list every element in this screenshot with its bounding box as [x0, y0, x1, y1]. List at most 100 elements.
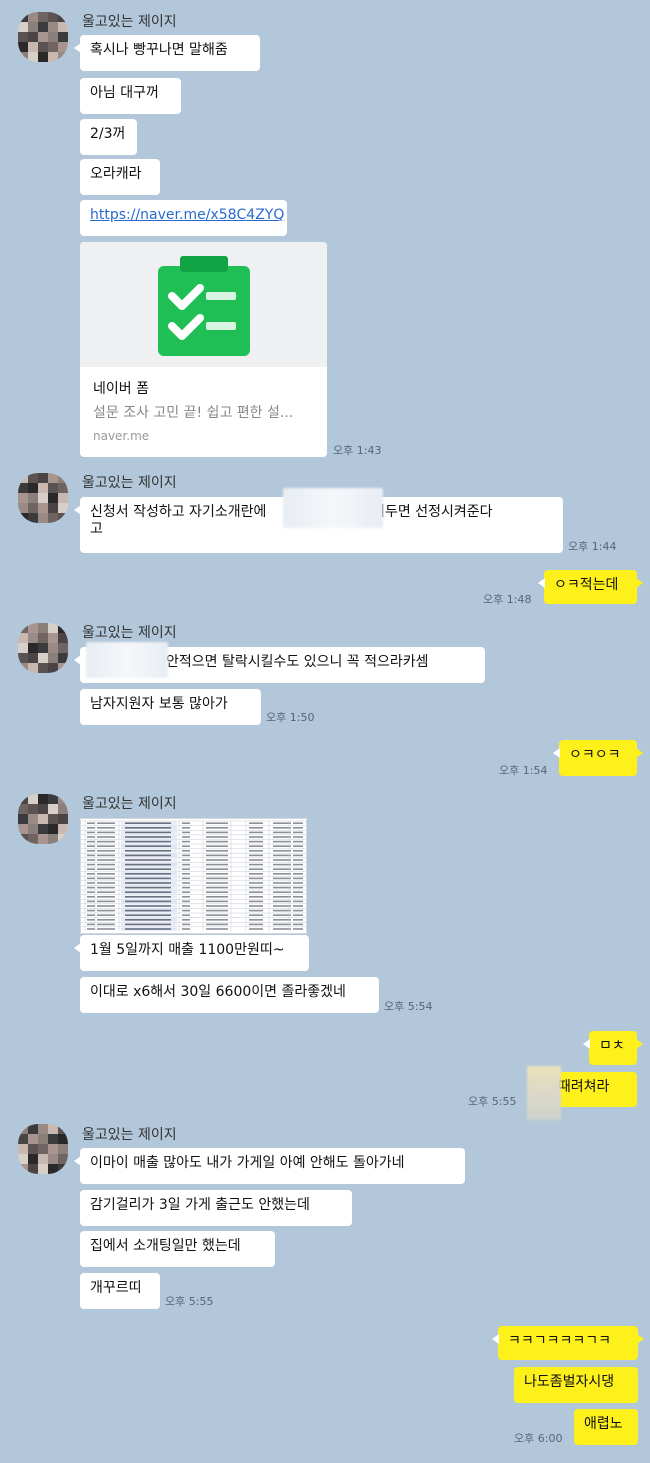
avatar-pixel	[58, 1134, 68, 1144]
avatar[interactable]	[18, 623, 68, 673]
avatar-pixel	[18, 794, 28, 804]
avatar-pixel	[58, 653, 68, 663]
sheet-cell-text	[249, 886, 263, 889]
avatar[interactable]	[18, 1124, 68, 1174]
avatar-pixel	[38, 804, 48, 814]
link-preview-thumbnail	[80, 242, 327, 367]
my-message-bubble[interactable]: ㅋㅋㄱㅋㅋㅋㄱㅋ	[492, 1326, 644, 1360]
message-bubble[interactable]: https://naver.me/x58C4ZYQ	[80, 200, 287, 236]
sheet-cell-text	[125, 854, 171, 857]
link-preview-title: 네이버 폼	[93, 381, 149, 397]
sheet-cell-text	[87, 854, 95, 857]
redacted-area	[283, 488, 383, 528]
sheet-cell-text	[125, 827, 171, 829]
avatar-pixel	[58, 42, 68, 52]
avatar-pixel	[58, 1144, 68, 1154]
sheet-cell-text	[182, 896, 190, 898]
my-message-bubble[interactable]: 나도좀벌자시댕	[514, 1367, 638, 1403]
avatar-pixel	[48, 493, 58, 503]
sheet-cell-text	[97, 928, 115, 930]
avatar-pixel	[28, 503, 38, 513]
avatar[interactable]	[18, 12, 68, 62]
link-preview-card[interactable]: 네이버 폼 설문 조사 고민 끝! 쉽고 편한 설... naver.me	[80, 242, 327, 457]
sheet-cell-text	[249, 905, 263, 907]
sheet-cell-text	[273, 850, 291, 852]
avatar-pixel	[38, 663, 48, 673]
avatar[interactable]	[18, 473, 68, 523]
message-bubble[interactable]: 혹시나 빵꾸나면 말해줌	[74, 35, 260, 71]
sheet-cell-text	[182, 854, 190, 857]
avatar-pixel	[48, 42, 58, 52]
sheet-cell-text	[87, 882, 95, 884]
sheet-cell-text	[206, 822, 228, 824]
message-bubble[interactable]: 이대로 x6해서 30일 6600이면 졸라좋겠네	[80, 977, 379, 1013]
sheet-cell-text	[249, 827, 263, 829]
sheet-cell-text	[87, 877, 95, 880]
sheet-cell-text	[249, 914, 263, 916]
message-bubble[interactable]: 2/3꺼	[80, 119, 137, 155]
sheet-cell-text	[97, 863, 115, 866]
spreadsheet-image[interactable]	[80, 818, 307, 934]
avatar-pixel	[38, 1124, 48, 1134]
message-bubble[interactable]: 이마이 매출 많아도 내가 가게일 아예 안해도 돌아가네	[74, 1148, 465, 1184]
sheet-cell-text	[97, 896, 115, 898]
avatar-pixel	[38, 1164, 48, 1174]
my-message-bubble[interactable]: 애렵노	[574, 1409, 638, 1445]
sheet-cell-text	[293, 863, 303, 866]
avatar[interactable]	[18, 794, 68, 844]
my-message-bubble[interactable]: ㅇㅋㅇㅋ	[553, 740, 643, 776]
my-message-bubble[interactable]: ㅇㅋ적는데	[538, 570, 643, 604]
my-message-bubble[interactable]: ㅁㅊ	[583, 1031, 643, 1065]
sheet-cell-text	[249, 822, 263, 824]
sheet-cell-text	[206, 877, 228, 880]
sheet-cell-text	[249, 859, 263, 861]
message-bubble[interactable]: 감기걸리가 3일 가게 출근도 안했는데	[80, 1190, 352, 1226]
sheet-cell-text	[97, 900, 115, 903]
sheet-cell-text	[125, 877, 171, 880]
sheet-cell-text	[125, 891, 171, 893]
sheet-cell-text	[293, 919, 303, 921]
sheet-cell-text	[293, 850, 303, 852]
avatar-pixel	[48, 22, 58, 32]
message-bubble[interactable]: 개꾸르띠	[80, 1273, 160, 1309]
sender-name: 울고있는 제이지	[82, 796, 177, 812]
message-link[interactable]: https://naver.me/x58C4ZYQ	[90, 207, 284, 223]
sheet-cell-text	[293, 882, 303, 884]
sender-name: 울고있는 제이지	[82, 14, 177, 30]
sheet-cell-text	[293, 909, 303, 912]
sheet-cell-text	[249, 928, 263, 930]
avatar-pixel	[28, 653, 38, 663]
sheet-cell-text	[182, 923, 190, 926]
message-bubble[interactable]: 1월 5일까지 매출 1100만원띠~	[74, 935, 309, 971]
avatar-pixel	[48, 814, 58, 824]
avatar-pixel	[28, 663, 38, 673]
avatar-pixel	[28, 493, 38, 503]
avatar-pixel	[38, 493, 48, 503]
avatar-pixel	[38, 513, 48, 523]
message-bubble[interactable]: 남자지원자 보통 많아가	[80, 689, 261, 725]
message-bubble[interactable]: 오라캐라	[80, 159, 160, 195]
message-bubble[interactable]: 집에서 소개팅일만 했는데	[80, 1231, 275, 1267]
message-time: 오후 5:55	[468, 1095, 517, 1108]
avatar-pixel	[18, 623, 28, 633]
avatar-pixel	[28, 52, 38, 62]
avatar-pixel	[18, 1124, 28, 1134]
message-bubble[interactable]: 아님 대구꺼	[80, 78, 181, 114]
sheet-cell-text	[87, 831, 95, 834]
sheet-cell-text	[206, 854, 228, 857]
message-time: 오후 5:55	[165, 1295, 214, 1308]
sheet-cell-text	[125, 868, 171, 870]
sheet-cell-text	[206, 923, 228, 926]
message-time: 오후 5:54	[384, 1000, 433, 1013]
clipboard-checklist-icon	[158, 256, 250, 356]
sheet-cell-text	[97, 914, 115, 916]
sheet-cell-text	[87, 896, 95, 898]
sheet-cell-text	[273, 840, 291, 843]
avatar-pixel	[38, 1154, 48, 1164]
sheet-cell-text	[206, 873, 228, 875]
sheet-cell-text	[249, 909, 263, 912]
sheet-cell-text	[182, 909, 190, 912]
sheet-cell-text	[273, 836, 291, 838]
sheet-cell-text	[249, 891, 263, 893]
sheet-cell-text	[293, 923, 303, 926]
